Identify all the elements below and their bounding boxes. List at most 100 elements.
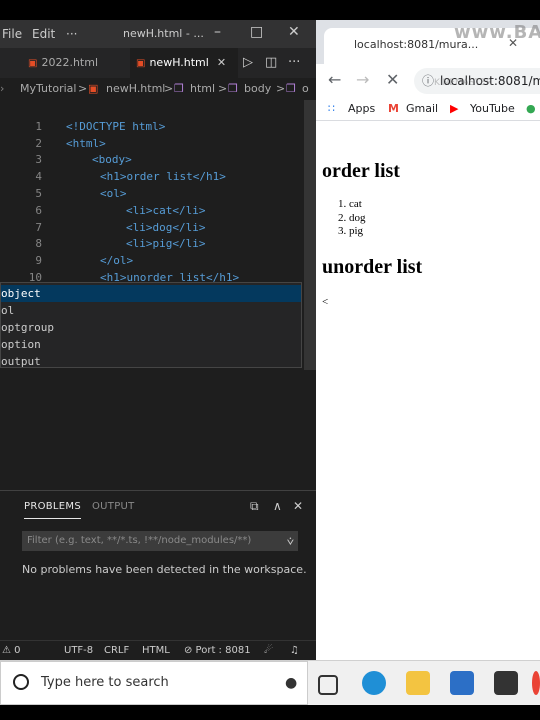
menu-edit[interactable]: Edit (32, 27, 55, 41)
file-explorer-icon[interactable] (406, 671, 430, 695)
html-file-icon: ▣ (28, 58, 38, 69)
watermark-small: KINEMASTER (434, 78, 493, 88)
microphone-icon[interactable]: ● (285, 662, 297, 704)
stop-loading-button[interactable]: ✕ (386, 70, 399, 89)
suggestion-item[interactable]: optgroup (1, 319, 301, 336)
html-file-icon: ▣ (136, 58, 146, 69)
heading-unorder-list: unorder list (322, 256, 423, 278)
list-item: 3. pig (338, 225, 364, 237)
problems-filter-input[interactable]: Filter (e.g. text, **/*.ts, !**/node_mod… (22, 531, 298, 551)
suggestion-widget: object ol optgroup option output (0, 282, 302, 368)
line-number: 2 (35, 137, 42, 150)
browser-toolbar: ← → ✕ ⓘ localhost:8081/mu (316, 64, 540, 98)
close-window-button[interactable]: ✕ (288, 24, 300, 40)
element-icon: ❒ (174, 82, 184, 95)
code-line: <html> (66, 137, 106, 150)
bottom-panel: PROBLEMS OUTPUT ⧉ ∧ ✕ Filter (e.g. text,… (0, 490, 316, 660)
tab-label: 2022.html (41, 56, 98, 69)
maximize-button[interactable]: □ (250, 24, 263, 40)
code-editor[interactable]: 1 2 3 4 5 6 7 8 9 10 11 <!DOCTYPE html> … (0, 100, 316, 310)
taskbar: Type here to search ● (0, 660, 540, 705)
code-line: <li>cat</li> (126, 204, 206, 217)
filter-placeholder: Filter (e.g. text, **/*.ts, !**/node_mod… (27, 535, 252, 546)
page-content: order list 1. cat 2. dog 3. pig unorder … (316, 120, 540, 660)
editor-scrollbar[interactable] (304, 100, 316, 370)
gmail-icon: M (388, 102, 399, 115)
chevron-up-icon[interactable]: ∧ (273, 499, 282, 513)
breadcrumb-file[interactable]: newH.html (106, 78, 165, 100)
eol-status[interactable]: CRLF (104, 641, 129, 660)
feedback-icon[interactable]: ☄ (264, 641, 273, 660)
problems-status[interactable]: ⚠ 0 (2, 641, 21, 660)
tab-label: newH.html (149, 56, 209, 69)
suggestion-item[interactable]: option (1, 336, 301, 353)
more-actions-icon[interactable]: ··· (288, 55, 300, 70)
search-placeholder: Type here to search (41, 675, 169, 690)
run-icon[interactable]: ▷ (243, 55, 253, 70)
heading-order-list: order list (322, 160, 400, 182)
breadcrumb-body[interactable]: body (244, 78, 271, 100)
tab-problems[interactable]: PROBLEMS (24, 501, 81, 519)
line-number: 3 (35, 153, 42, 166)
line-number: 9 (35, 254, 42, 267)
bookmark-apps[interactable]: Apps (348, 98, 375, 120)
tab-output[interactable]: OUTPUT (92, 501, 135, 512)
close-tab-icon[interactable]: ✕ (217, 56, 226, 69)
edge-icon[interactable] (362, 671, 386, 695)
line-number: 7 (35, 221, 42, 234)
info-icon[interactable]: ⓘ (422, 68, 434, 94)
breadcrumb-folder[interactable]: MyTutorial (20, 78, 76, 100)
suggestion-item[interactable]: ol (1, 302, 301, 319)
language-status[interactable]: HTML (142, 641, 170, 660)
youtube-icon: ▶ (450, 102, 459, 115)
suggestion-item[interactable]: output (1, 353, 301, 370)
element-icon: ❒ (228, 82, 238, 95)
breadcrumb: › MyTutorial > ▣ newH.html > ❒ html > ❒ … (0, 78, 316, 100)
line-number: 5 (35, 187, 42, 200)
forward-button[interactable]: → (356, 70, 369, 89)
back-button[interactable]: ← (328, 70, 341, 89)
split-editor-icon[interactable]: ◫ (265, 55, 277, 70)
minimize-button[interactable]: – (214, 24, 221, 40)
maximize-panel-icon[interactable]: ⧉ (250, 499, 259, 514)
code-line: <!DOCTYPE html> (66, 120, 166, 133)
menu-file[interactable]: File (2, 27, 22, 41)
breadcrumb-ol[interactable]: o (302, 78, 309, 100)
editor-tabs: ▣ 2022.html ▣ newH.html ✕ ▷ ◫ ··· (0, 48, 316, 78)
code-line: <h1>order list</h1> (100, 170, 226, 183)
suggestion-item[interactable]: object (1, 285, 301, 302)
bookmark-youtube[interactable]: YouTube (470, 98, 515, 120)
watermark: www.BA (454, 22, 540, 43)
line-number: 4 (35, 170, 42, 183)
mail-icon[interactable] (494, 671, 518, 695)
code-line: </ol> (100, 254, 134, 267)
task-view-icon[interactable] (318, 675, 338, 695)
breadcrumb-html[interactable]: html (190, 78, 215, 100)
bookmark-gmail[interactable]: Gmail (406, 98, 438, 120)
ordered-list: 1. cat 2. dog 3. pig (338, 198, 366, 239)
list-item: 1. cat (338, 198, 362, 210)
chrome-icon[interactable] (532, 671, 540, 695)
filter-icon[interactable]: ⩒ (287, 531, 294, 551)
code-line: <li>pig</li> (126, 237, 206, 250)
code-line: <ol> (100, 187, 127, 200)
search-icon (13, 674, 29, 690)
title-bar: File Edit ··· newH.html - ... – □ ✕ (0, 20, 316, 48)
tab-2022-html[interactable]: ▣ 2022.html (22, 48, 122, 78)
status-bar: ⚠ 0 UTF-8 CRLF HTML ⊘ Port : 8081 ☄ ♫ (0, 640, 316, 660)
port-status[interactable]: ⊘ Port : 8081 (184, 641, 251, 660)
taskbar-search[interactable]: Type here to search ● (0, 661, 308, 705)
stray-text: < (322, 296, 329, 308)
code-line: <li>dog</li> (126, 221, 206, 234)
code-line: <body> (92, 153, 132, 166)
tab-newh-html[interactable]: ▣ newH.html ✕ (130, 48, 238, 78)
browser-tab-strip: localhost:8081/mura... ✕ www.BA (316, 20, 540, 64)
close-panel-icon[interactable]: ✕ (293, 499, 303, 513)
browser-window: localhost:8081/mura... ✕ www.BA ← → ✕ ⓘ … (316, 20, 540, 660)
notifications-icon[interactable]: ♫ (290, 641, 299, 660)
encoding-status[interactable]: UTF-8 (64, 641, 93, 660)
menu-more[interactable]: ··· (66, 27, 77, 41)
line-number: 1 (35, 120, 42, 133)
store-icon[interactable] (450, 671, 474, 695)
screen: File Edit ··· newH.html - ... – □ ✕ ▣ 202… (0, 20, 540, 660)
